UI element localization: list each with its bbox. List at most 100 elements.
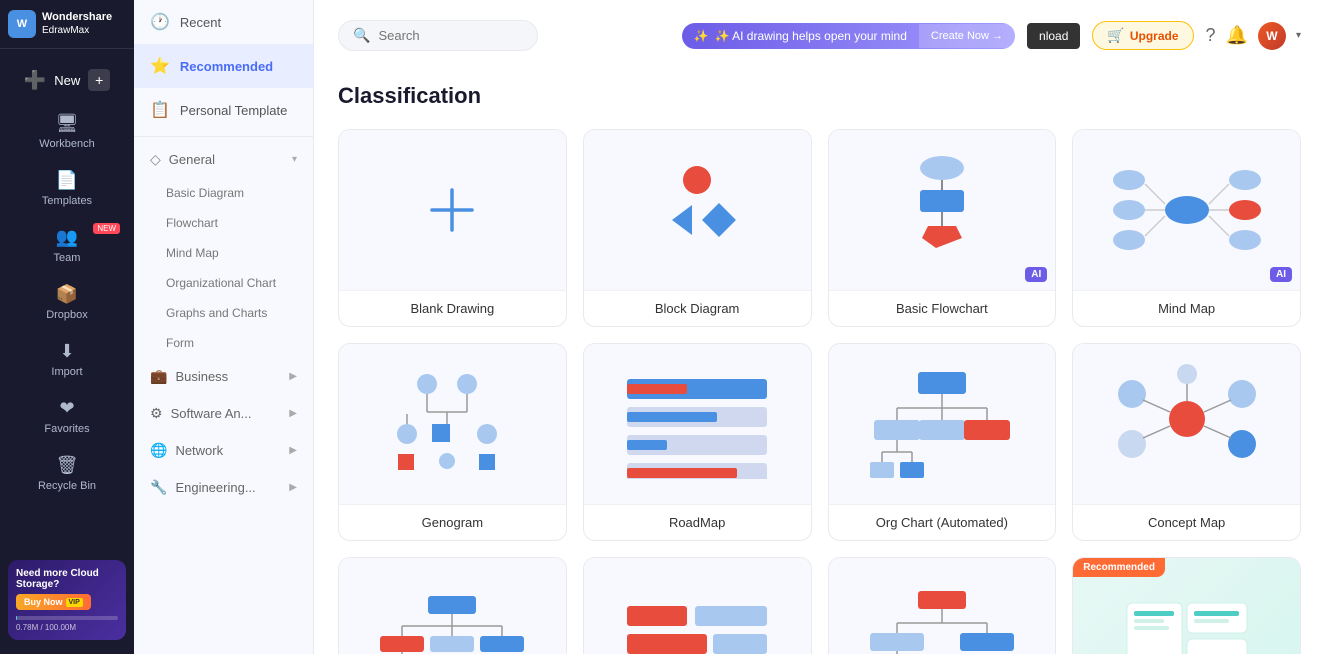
- card-recommended-image: Recommended: [1073, 558, 1300, 654]
- flowchart-ai-badge: AI: [1025, 267, 1047, 282]
- card-tree1[interactable]: [338, 557, 567, 654]
- sub-graphs-charts[interactable]: Graphs and Charts: [134, 298, 313, 328]
- cloud-storage-card: Need more Cloud Storage? Buy Now VIP 0.7…: [8, 560, 126, 640]
- sub-mind-map[interactable]: Mind Map: [134, 238, 313, 268]
- card-orgchart-image: [829, 344, 1056, 504]
- card-timeline[interactable]: [583, 557, 812, 654]
- business-label: Business: [175, 369, 228, 384]
- general-icon: ◇: [150, 151, 161, 168]
- search-input[interactable]: [378, 28, 523, 43]
- card-block-label: Block Diagram: [584, 290, 811, 326]
- storage-bar: [16, 616, 118, 620]
- sidebar-item-favorites[interactable]: ❤ Favorites: [0, 388, 134, 445]
- sidebar-item-templates[interactable]: 📄 Templates: [0, 160, 134, 217]
- business-icon: 💼: [150, 368, 167, 385]
- card-roadmap[interactable]: RoadMap: [583, 343, 812, 541]
- buy-now-label: Buy Now: [24, 597, 63, 607]
- category-engineering[interactable]: 🔧 Engineering... ▶: [134, 469, 313, 506]
- sidebar-item-recycle[interactable]: 🗑 Recycle Bin: [0, 445, 134, 502]
- engineering-icon: 🔧: [150, 479, 167, 496]
- avatar[interactable]: W: [1258, 22, 1286, 50]
- middle-panel: 🕐 Recent ⭐ Recommended 📋 Personal Templa…: [134, 0, 314, 654]
- upgrade-icon: 🛒: [1107, 27, 1124, 44]
- top-bar: 🔍 ✨ ✨ AI drawing helps open your mind Cr…: [338, 20, 1301, 67]
- help-icon[interactable]: ?: [1206, 25, 1216, 46]
- block-diagram-svg: [637, 160, 757, 260]
- card-flowchart-image: AI: [829, 130, 1056, 290]
- roadmap-svg: [617, 369, 777, 479]
- card-mindmap[interactable]: AI Mind Map: [1072, 129, 1301, 327]
- search-bar[interactable]: 🔍: [338, 20, 538, 51]
- sidebar-item-workbench[interactable]: 🖥 Workbench: [0, 103, 134, 160]
- recent-icon: 🕐: [150, 12, 170, 32]
- card-tree2[interactable]: [828, 557, 1057, 654]
- category-software[interactable]: ⚙ Software An... ▶: [134, 395, 313, 432]
- tree1-svg: [372, 588, 532, 654]
- personal-label: Personal Template: [180, 103, 287, 118]
- sidebar-item-new[interactable]: ➕ New +: [0, 57, 134, 103]
- templates-icon: 📄: [56, 170, 78, 191]
- category-business[interactable]: 💼 Business ▶: [134, 358, 313, 395]
- sub-org-chart[interactable]: Organizational Chart: [134, 268, 313, 298]
- sidebar-item-import[interactable]: ⬇ Import: [0, 331, 134, 388]
- divider: [134, 136, 313, 137]
- orgchart-svg: [862, 364, 1022, 484]
- sub-basic-diagram[interactable]: Basic Diagram: [134, 178, 313, 208]
- conceptmap-svg: [1107, 364, 1267, 484]
- ai-banner[interactable]: ✨ ✨ AI drawing helps open your mind Crea…: [682, 23, 1015, 49]
- sub-form[interactable]: Form: [134, 328, 313, 358]
- card-conceptmap[interactable]: Concept Map: [1072, 343, 1301, 541]
- flowchart-svg: [882, 150, 1002, 270]
- mindmap-svg: [1107, 150, 1267, 270]
- card-block-diagram[interactable]: Block Diagram: [583, 129, 812, 327]
- card-genogram-image: [339, 344, 566, 504]
- vip-badge: VIP: [66, 598, 83, 607]
- search-icon: 🔍: [353, 27, 370, 44]
- sidebar-item-dropbox[interactable]: 📦 Dropbox: [0, 274, 134, 331]
- general-chevron: ▾: [292, 154, 297, 165]
- upgrade-label: Upgrade: [1130, 29, 1179, 43]
- card-orgchart[interactable]: Org Chart (Automated): [828, 343, 1057, 541]
- ai-create-now-button[interactable]: Create Now →: [919, 24, 1015, 48]
- software-label: Software An...: [171, 406, 252, 421]
- card-flowchart[interactable]: AI Basic Flowchart: [828, 129, 1057, 327]
- category-network[interactable]: 🌐 Network ▶: [134, 432, 313, 469]
- card-genogram[interactable]: Genogram: [338, 343, 567, 541]
- logo-text: WondershareEdrawMax: [42, 11, 112, 36]
- team-label: Team: [54, 252, 81, 264]
- dropbox-icon: 📦: [56, 284, 78, 305]
- upgrade-button[interactable]: 🛒 Upgrade: [1092, 21, 1193, 50]
- workbench-icon: 🖥: [56, 113, 79, 134]
- storage-text: 0.78M / 100.00M: [16, 623, 118, 632]
- app-logo: W WondershareEdrawMax: [0, 0, 134, 49]
- new-add-button[interactable]: +: [88, 69, 110, 91]
- top-right: ✨ ✨ AI drawing helps open your mind Crea…: [682, 21, 1301, 50]
- card-blank-drawing[interactable]: Blank Drawing: [338, 129, 567, 327]
- notification-icon[interactable]: 🔔: [1226, 25, 1248, 46]
- mid-nav-personal[interactable]: 📋 Personal Template: [134, 88, 313, 132]
- sub-flowchart[interactable]: Flowchart: [134, 208, 313, 238]
- network-icon: 🌐: [150, 442, 167, 459]
- account-chevron[interactable]: ▾: [1296, 30, 1301, 41]
- card-mindmap-label: Mind Map: [1073, 290, 1300, 326]
- buy-now-button[interactable]: Buy Now VIP: [16, 594, 91, 610]
- mid-nav-recent[interactable]: 🕐 Recent: [134, 0, 313, 44]
- blank-drawing-svg: [422, 180, 482, 240]
- download-button[interactable]: nload: [1027, 23, 1080, 49]
- card-orgchart-label: Org Chart (Automated): [829, 504, 1056, 540]
- category-general[interactable]: ◇ General ▾: [134, 141, 313, 178]
- recommended-icon: ⭐: [150, 56, 170, 76]
- sidebar-item-team[interactable]: 👥 Team NEW: [0, 217, 134, 274]
- sidebar: W WondershareEdrawMax ➕ New + 🖥 Workbenc…: [0, 0, 134, 654]
- genogram-svg: [372, 364, 532, 484]
- card-mindmap-image: AI: [1073, 130, 1300, 290]
- timeline-svg: [617, 588, 777, 654]
- engineering-label: Engineering...: [175, 480, 255, 495]
- card-block-image: [584, 130, 811, 290]
- classification-grid: Blank Drawing Block Diagram: [338, 129, 1301, 654]
- card-recommended[interactable]: Recommended: [1072, 557, 1301, 654]
- card-timeline-image: [584, 558, 811, 654]
- card-conceptmap-label: Concept Map: [1073, 504, 1300, 540]
- mid-nav-recommended[interactable]: ⭐ Recommended: [134, 44, 313, 88]
- ai-banner-text: ✨ ✨ AI drawing helps open your mind: [682, 23, 919, 49]
